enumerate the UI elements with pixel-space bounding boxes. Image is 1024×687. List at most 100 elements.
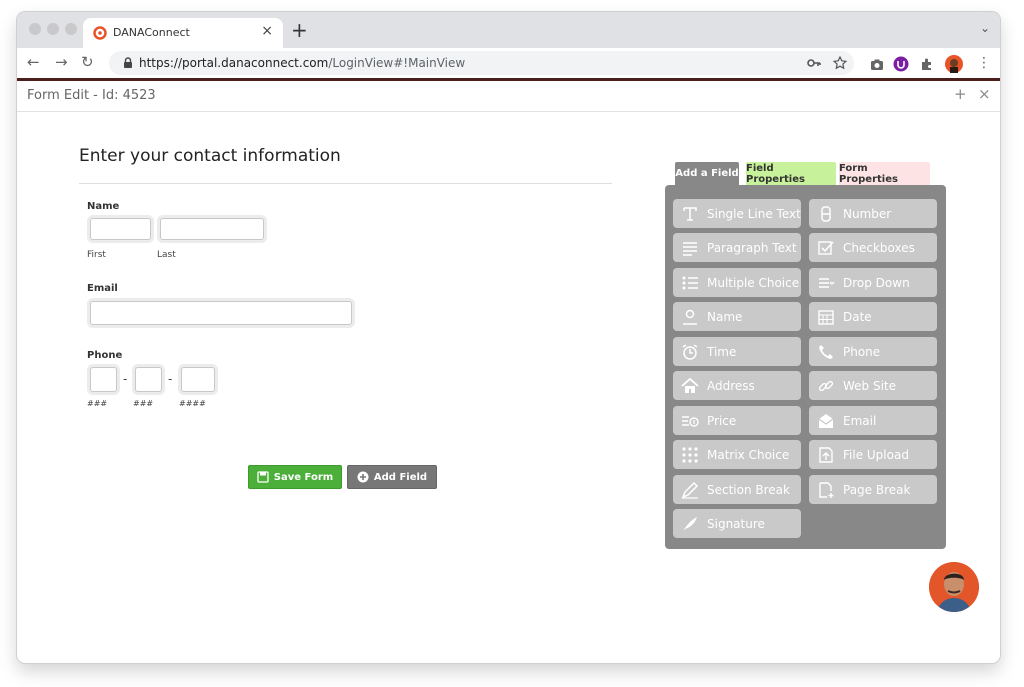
date-label: Date [843, 309, 872, 324]
link-icon [818, 380, 834, 391]
single-line-text-button[interactable]: Single Line Text [673, 199, 801, 228]
divider [79, 183, 612, 184]
text-icon [683, 206, 697, 221]
page-break-icon [819, 481, 834, 498]
phone-dash: - [168, 372, 173, 386]
number-button[interactable]: Number [809, 199, 937, 228]
form-heading: Enter your contact information [79, 146, 341, 166]
minimize-window-button[interactable] [47, 23, 59, 35]
profile-avatar-icon[interactable] [945, 55, 963, 73]
save-form-button[interactable]: Save Form [248, 465, 342, 489]
name-field-button[interactable]: Name [673, 302, 801, 331]
checkboxes-label: Checkboxes [843, 240, 915, 255]
web-site-label: Web Site [843, 378, 897, 393]
page-title: Form Edit - Id: 4523 [27, 88, 156, 103]
page-break-label: Page Break [843, 482, 911, 497]
email-field-label: Email [843, 413, 877, 428]
signature-label: Signature [707, 516, 765, 531]
envelope-icon [818, 413, 834, 428]
phone-field-button[interactable]: Phone [809, 337, 937, 366]
address-bar[interactable]: https://portal.danaconnect.com/LoginView… [109, 51, 854, 75]
phone-dash: - [123, 372, 128, 386]
list-icon [682, 276, 698, 289]
grid-icon [682, 446, 698, 463]
phone-hint-area: ### [87, 399, 108, 408]
close-window-button[interactable] [29, 23, 41, 35]
phone-area-field[interactable] [90, 367, 117, 392]
phone-line-field[interactable] [181, 367, 215, 392]
alarm-clock-icon [682, 343, 698, 360]
file-upload-button[interactable]: File Upload [809, 440, 937, 469]
close-icon[interactable]: × [978, 85, 991, 103]
single-line-text-label: Single Line Text [707, 206, 801, 221]
person-photo-icon [929, 562, 979, 612]
reload-button[interactable]: ↻ [81, 53, 94, 71]
address-button[interactable]: Address [673, 371, 801, 400]
extension-purple-icon[interactable] [893, 56, 909, 72]
danaconnect-favicon-icon [93, 26, 107, 40]
url-text: https://portal.danaconnect.com/LoginView… [139, 56, 465, 70]
file-upload-label: File Upload [843, 447, 909, 462]
number-icon [821, 205, 831, 222]
multiple-choice-label: Multiple Choice [707, 275, 800, 290]
maximize-window-button[interactable] [65, 23, 77, 35]
email-label: Email [87, 283, 118, 294]
first-name-field[interactable] [90, 218, 151, 240]
feather-icon [683, 516, 697, 531]
email-field-button[interactable]: Email [809, 406, 937, 435]
puzzle-icon[interactable] [919, 56, 935, 72]
add-field-button[interactable]: Add Field [347, 465, 437, 489]
back-button[interactable]: ← [27, 53, 40, 71]
price-button[interactable]: Price [673, 406, 801, 435]
tab-field-properties[interactable]: Field Properties [746, 162, 836, 185]
paragraph-text-button[interactable]: Paragraph Text [673, 233, 801, 262]
forward-button[interactable]: → [55, 53, 68, 71]
phone-field-label: Phone [843, 344, 881, 359]
camera-icon[interactable] [869, 57, 885, 73]
phone-prefix-field[interactable] [135, 367, 162, 392]
browser-window: DANAConnect × + ⌄ ← → ↻ https://portal.d… [17, 12, 1000, 663]
url-path: /LoginView#!MainView [328, 56, 466, 70]
last-name-field[interactable] [160, 218, 264, 240]
add-icon[interactable]: + [954, 85, 967, 103]
upload-icon [819, 446, 833, 463]
name-label: Name [87, 201, 120, 212]
multiple-choice-button[interactable]: Multiple Choice [673, 268, 801, 297]
name-field-label: Name [707, 309, 743, 324]
phone-hint-line: #### [179, 399, 206, 408]
browser-toolbar: ← → ↻ https://portal.danaconnect.com/Log… [17, 48, 1000, 81]
tab-form-properties[interactable]: Form Properties [839, 162, 930, 185]
date-button[interactable]: Date [809, 302, 937, 331]
new-tab-button[interactable]: + [291, 18, 308, 42]
drop-down-label: Drop Down [843, 275, 910, 290]
page-break-button[interactable]: Page Break [809, 475, 937, 504]
matrix-choice-button[interactable]: Matrix Choice [673, 440, 801, 469]
signature-button[interactable]: Signature [673, 509, 801, 538]
tab-menu-chevron-icon[interactable]: ⌄ [980, 21, 990, 35]
tab-title: DANAConnect [113, 26, 190, 39]
browser-tab[interactable]: DANAConnect × [83, 18, 283, 48]
checkboxes-button[interactable]: Checkboxes [809, 233, 937, 262]
drop-down-button[interactable]: Drop Down [809, 268, 937, 297]
first-sublabel: First [87, 250, 106, 260]
browser-menu-button[interactable]: ⋮ [977, 54, 991, 72]
phone-hint-prefix: ### [133, 399, 154, 408]
tab-add-a-field[interactable]: Add a Field [675, 162, 739, 185]
tab-close-icon[interactable]: × [261, 23, 273, 39]
save-icon [257, 471, 269, 483]
price-label: Price [707, 413, 737, 428]
time-button[interactable]: Time [673, 337, 801, 366]
web-site-button[interactable]: Web Site [809, 371, 937, 400]
email-field[interactable] [90, 301, 352, 325]
key-icon[interactable] [807, 57, 821, 69]
matrix-choice-label: Matrix Choice [707, 447, 790, 462]
add-field-label: Add Field [373, 471, 428, 483]
star-icon[interactable] [833, 56, 847, 70]
section-break-button[interactable]: Section Break [673, 475, 801, 504]
support-avatar[interactable] [929, 562, 979, 612]
save-form-label: Save Form [273, 471, 334, 483]
address-label: Address [707, 378, 755, 393]
phone-label: Phone [87, 350, 123, 361]
plus-circle-icon [357, 471, 369, 483]
dropdown-icon [819, 277, 835, 288]
